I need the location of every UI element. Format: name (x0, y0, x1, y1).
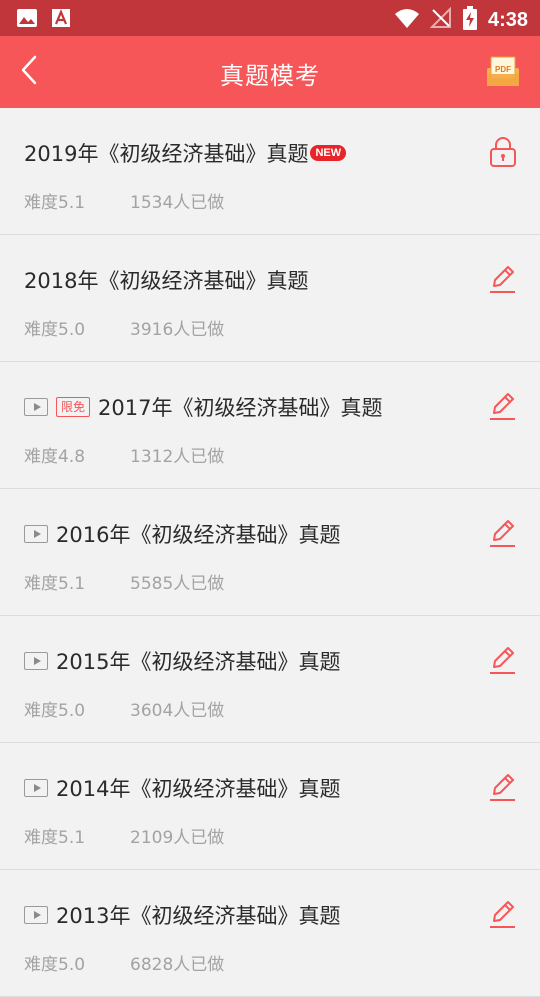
exam-title: 2019年《初级经济基础》真题 (24, 142, 309, 166)
page-title: 真题模考 (220, 62, 320, 90)
done-count: 3604人已做 (130, 701, 225, 721)
edit-icon[interactable] (488, 771, 518, 803)
exam-title: 2015年《初级经济基础》真题 (56, 650, 341, 674)
done-count: 1534人已做 (130, 193, 225, 213)
pdf-icon[interactable]: PDF (486, 56, 520, 94)
difficulty-label: 难度5.1 (24, 828, 86, 848)
list-item[interactable]: 2019年《初级经济基础》真题 NEW 难度5.1 1534人已做 (0, 108, 540, 235)
done-count: 3916人已做 (130, 320, 225, 340)
free-badge: 限免 (56, 397, 91, 417)
play-video-icon[interactable] (24, 906, 48, 924)
done-count: 1312人已做 (130, 447, 225, 467)
list-item[interactable]: 2013年《初级经济基础》真题 难度5.0 6828人已做 (0, 870, 540, 997)
play-video-icon[interactable] (24, 525, 48, 543)
no-signal-icon (429, 6, 452, 33)
difficulty-label: 难度5.0 (24, 701, 86, 721)
lock-icon[interactable] (488, 136, 518, 168)
exam-title: 2016年《初级经济基础》真题 (56, 523, 341, 547)
pdf-icon-text: PDF (495, 65, 511, 74)
list-item[interactable]: 2018年《初级经济基础》真题 难度5.0 3916人已做 (0, 235, 540, 362)
difficulty-label: 难度4.8 (24, 447, 86, 467)
status-time: 4:38 (487, 8, 528, 31)
wifi-icon (394, 7, 420, 33)
list-item[interactable]: 限免 2017年《初级经济基础》真题 难度4.8 1312人已做 (0, 362, 540, 489)
play-video-icon[interactable] (24, 779, 48, 797)
text-icon (50, 7, 72, 33)
list-item[interactable]: 2014年《初级经济基础》真题 难度5.1 2109人已做 (0, 743, 540, 870)
difficulty-label: 难度5.1 (24, 193, 86, 213)
image-icon (16, 7, 38, 33)
exam-title: 2013年《初级经济基础》真题 (56, 904, 341, 928)
play-video-icon[interactable] (24, 652, 48, 670)
new-badge: NEW (310, 145, 347, 161)
difficulty-label: 难度5.0 (24, 320, 86, 340)
edit-icon[interactable] (488, 263, 518, 295)
list-item[interactable]: 2016年《初级经济基础》真题 难度5.1 5585人已做 (0, 489, 540, 616)
edit-icon[interactable] (488, 390, 518, 422)
edit-icon[interactable] (488, 644, 518, 676)
exam-list: 2019年《初级经济基础》真题 NEW 难度5.1 1534人已做 2018年《… (0, 108, 540, 997)
done-count: 5585人已做 (130, 574, 225, 594)
play-video-icon[interactable] (24, 398, 48, 416)
difficulty-label: 难度5.0 (24, 955, 86, 975)
status-bar: 4:38 (0, 0, 540, 36)
exam-title: 2018年《初级经济基础》真题 (24, 269, 309, 293)
pdf-button[interactable]: PDF (486, 54, 520, 90)
battery-charging-icon (462, 6, 478, 34)
app-bar: 真题模考 PDF (0, 36, 540, 108)
difficulty-label: 难度5.1 (24, 574, 86, 594)
exam-title: 2014年《初级经济基础》真题 (56, 777, 341, 801)
edit-icon[interactable] (488, 898, 518, 930)
done-count: 2109人已做 (130, 828, 225, 848)
list-item[interactable]: 2015年《初级经济基础》真题 难度5.0 3604人已做 (0, 616, 540, 743)
edit-icon[interactable] (488, 517, 518, 549)
done-count: 6828人已做 (130, 955, 225, 975)
exam-title: 2017年《初级经济基础》真题 (98, 396, 383, 420)
